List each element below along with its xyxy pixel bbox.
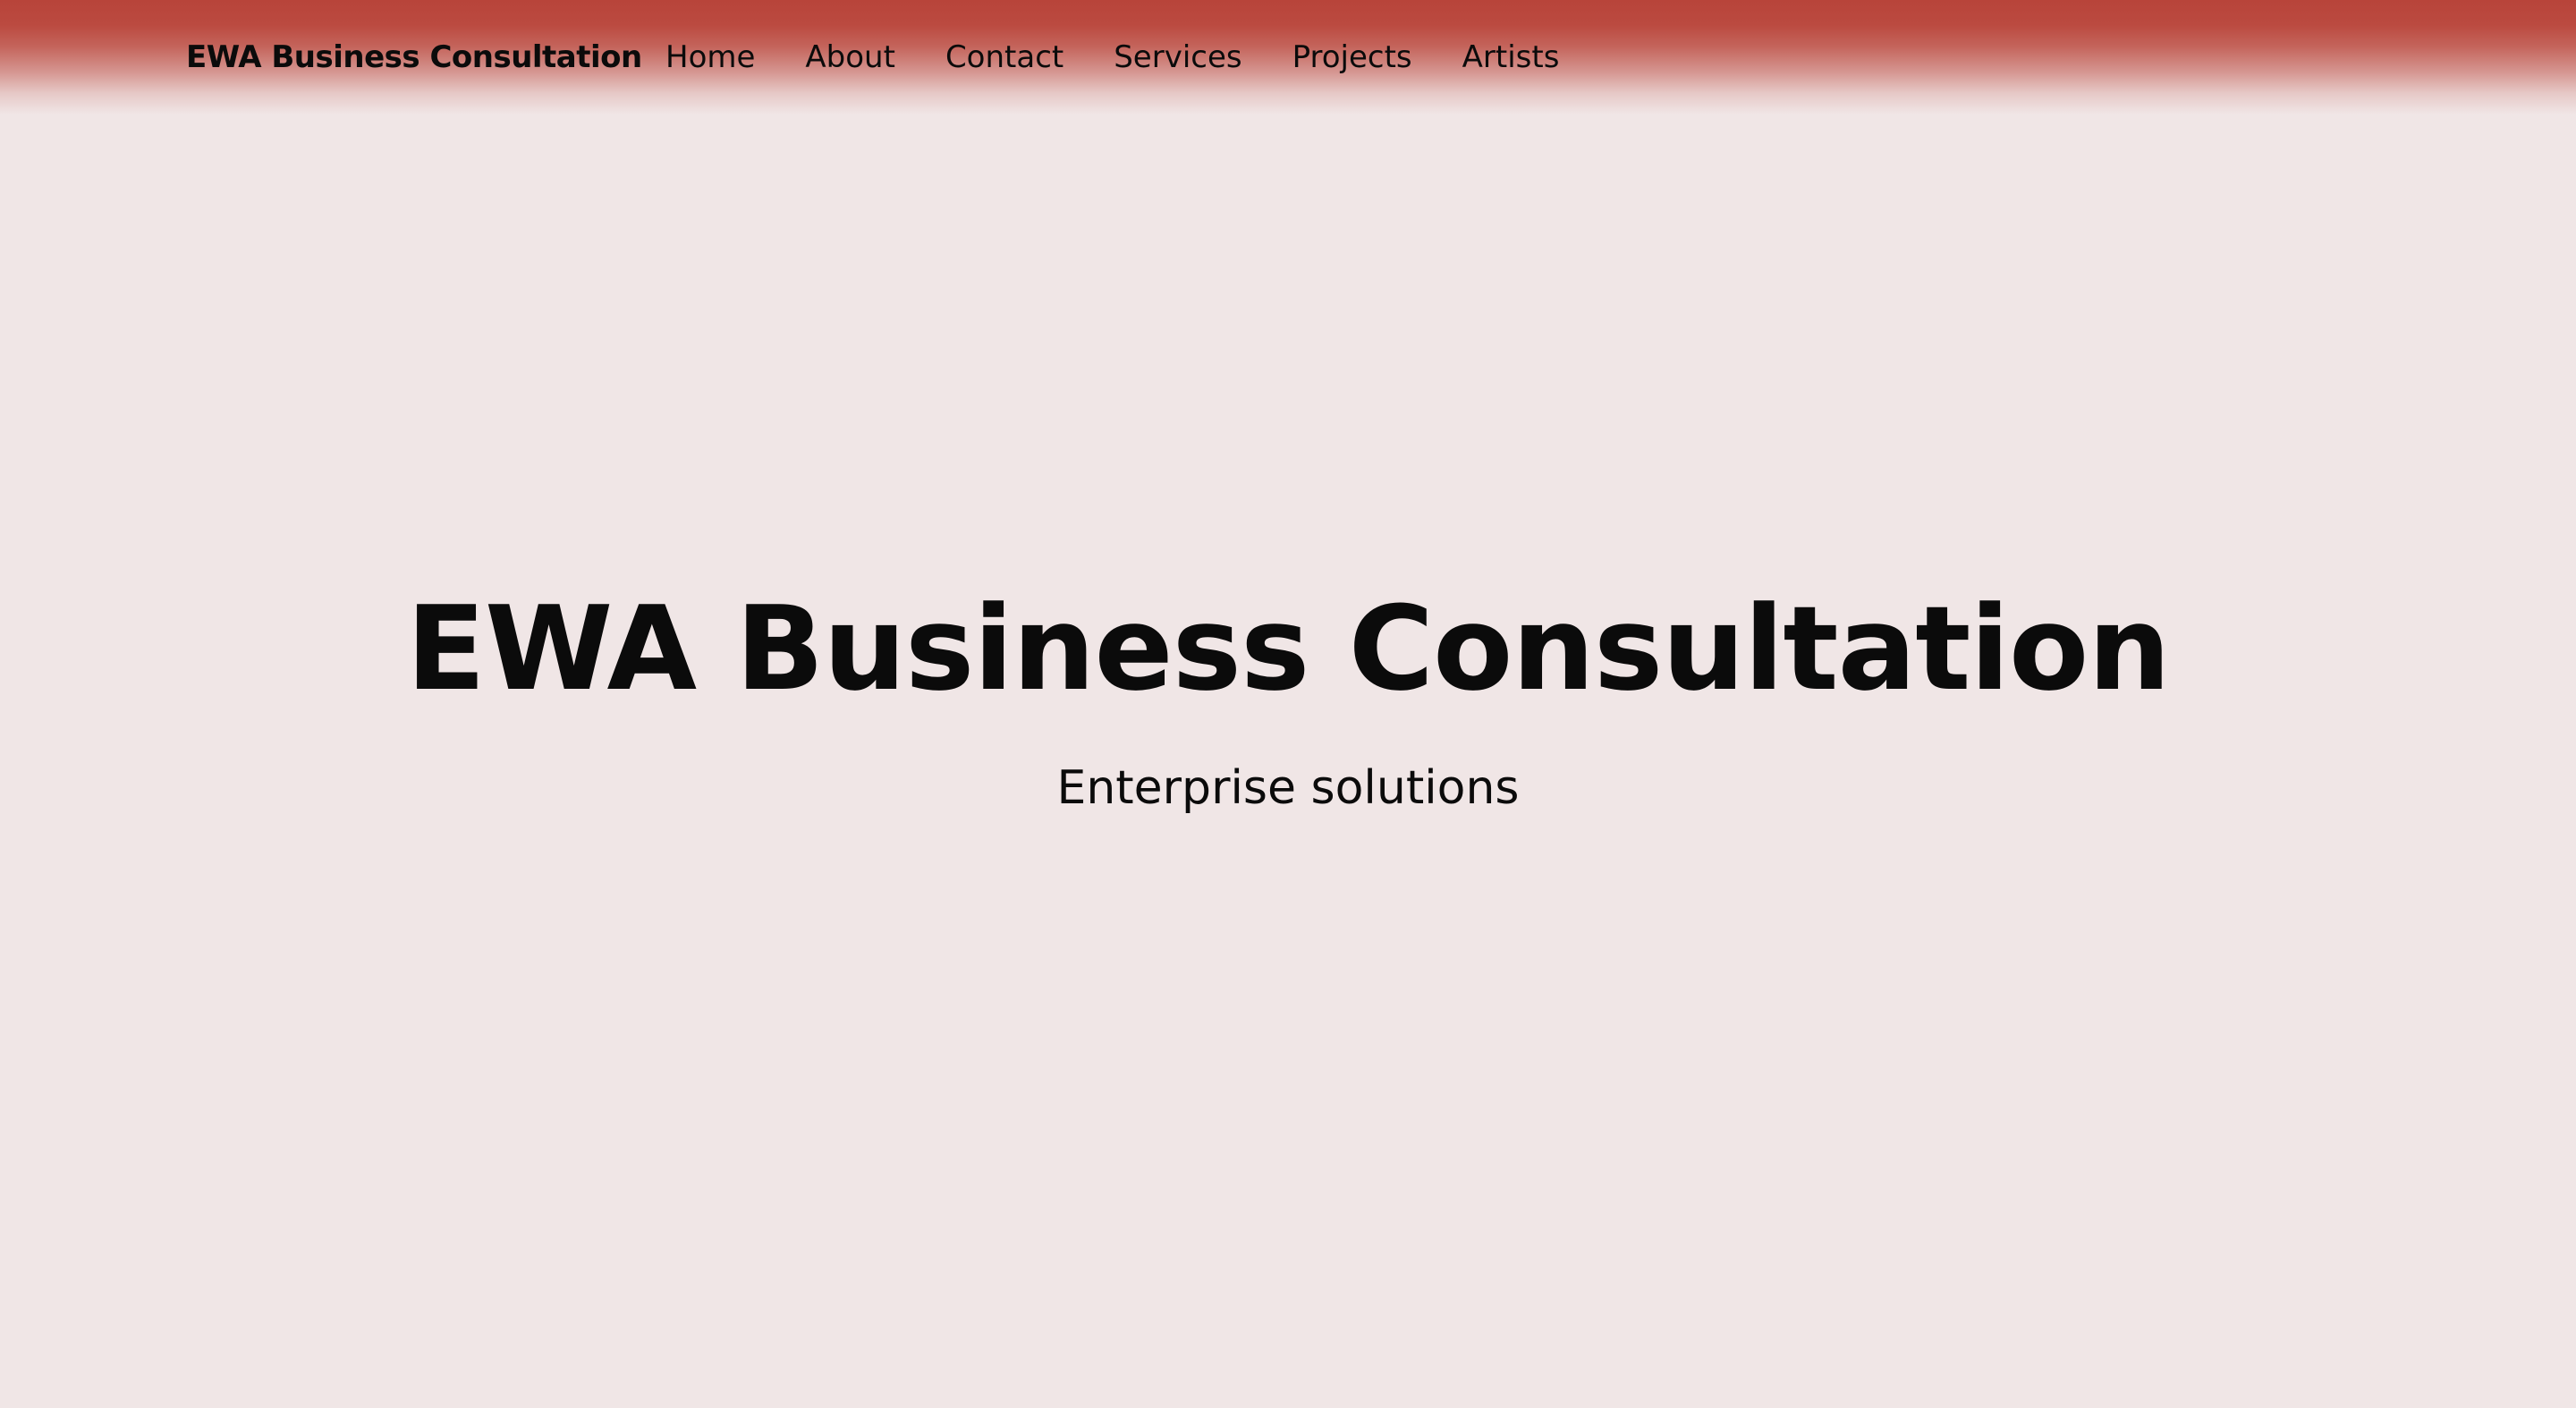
hero-title: EWA Business Consultation <box>406 581 2171 717</box>
hero-subtitle: Enterprise solutions <box>1056 761 1520 815</box>
nav-projects-link[interactable]: Projects <box>1292 34 1412 81</box>
brand-logo-link[interactable]: EWA Business Consultation <box>186 34 642 81</box>
nav-artists-link[interactable]: Artists <box>1462 34 1560 81</box>
nav-home-link[interactable]: Home <box>665 34 755 81</box>
nav-about-link[interactable]: About <box>805 34 895 81</box>
main-menu: Home About Contact Services Projects Art… <box>665 34 1609 81</box>
top-navigation-bar: EWA Business Consultation Home About Con… <box>0 0 2576 115</box>
nav-services-link[interactable]: Services <box>1114 34 1241 81</box>
nav-contact-link[interactable]: Contact <box>945 34 1063 81</box>
